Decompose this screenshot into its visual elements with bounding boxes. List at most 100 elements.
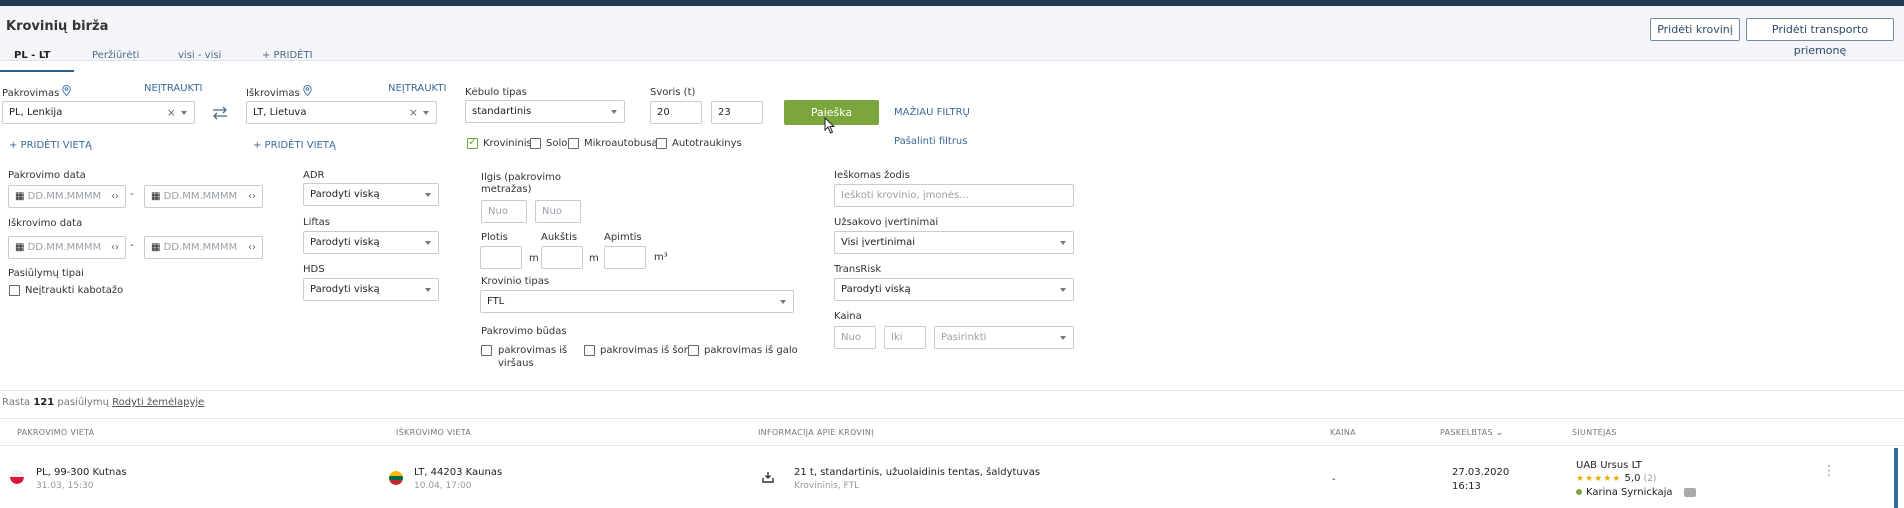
- chat-icon[interactable]: [1683, 487, 1696, 497]
- cargo-type-label: Krovinio tipas: [481, 276, 550, 287]
- col-unloading-place[interactable]: IŠKROVIMO VIETA: [396, 428, 471, 437]
- rating-select[interactable]: Visi įvertinimai: [834, 231, 1074, 254]
- loading-time: 31.03, 15:30: [36, 481, 94, 491]
- tab-pl-lt[interactable]: PL - LT: [0, 49, 74, 72]
- weight-to-input[interactable]: 23: [711, 101, 763, 124]
- loading-method-label: Pakrovimo būdas: [481, 326, 567, 337]
- rating-stars-icon: ★★★★★: [1576, 474, 1622, 484]
- arrows-icon: ‹›: [248, 191, 256, 202]
- location-pin-icon: [303, 84, 312, 97]
- loading-side-checkbox[interactable]: [584, 345, 595, 356]
- vehicle-roadtrain-checkbox[interactable]: [656, 138, 667, 149]
- height-input[interactable]: [541, 246, 583, 269]
- loading-date-from[interactable]: ▦ DD.MM.MMMM ‹›: [8, 185, 126, 208]
- arrows-icon: ‹›: [248, 242, 256, 253]
- body-type-label: Kėbulo tipas: [465, 87, 527, 98]
- unloading-select[interactable]: LT, Lietuva ×: [246, 101, 437, 124]
- tab-bar: PL - LT Peržiūrėti visi - visi + PRIDĖTI: [0, 49, 400, 72]
- loading-rear-checkbox[interactable]: [688, 345, 699, 356]
- tab-view[interactable]: Peržiūrėti: [92, 49, 139, 72]
- vehicle-truck-label: Krovininis: [483, 138, 532, 149]
- hds-select[interactable]: Parodyti viską: [303, 278, 439, 301]
- adr-select[interactable]: Parodyti viską: [303, 183, 439, 206]
- loading-exclude-link[interactable]: NEĮTRAUKTI: [144, 83, 202, 94]
- unloading-date-to[interactable]: ▦ DD.MM.MMMM ‹›: [144, 236, 263, 259]
- length-label: Ilgis (pakrovimo: [481, 172, 561, 183]
- vehicle-minibus-checkbox[interactable]: [568, 138, 579, 149]
- offer-types-label: Pasiūlymų tipai: [8, 268, 84, 279]
- lift-select[interactable]: Parodyti viską: [303, 231, 439, 254]
- transrisk-select[interactable]: Parodyti viską: [834, 278, 1074, 301]
- sender-contact[interactable]: Karina Syrnickaja: [1576, 487, 1696, 498]
- length-from-input[interactable]: Nuo: [481, 200, 527, 223]
- keyword-label: Ieškomas žodis: [834, 170, 910, 181]
- published-time: 16:13: [1452, 481, 1481, 492]
- body-type-select[interactable]: standartinis: [465, 100, 625, 123]
- more-options-icon[interactable]: ⋮: [1822, 464, 1836, 478]
- vehicle-roadtrain-label: Autotraukinys: [672, 138, 742, 149]
- unloading-date-from[interactable]: ▦ DD.MM.MMMM ‹›: [8, 236, 126, 259]
- cursor-icon: [824, 117, 836, 134]
- col-sender[interactable]: SIUNTĖJAS: [1572, 428, 1617, 437]
- clear-icon[interactable]: ×: [167, 102, 176, 123]
- rating-label: Užsakovo įvertinimai: [834, 217, 939, 228]
- loading-top-checkbox[interactable]: [481, 345, 492, 356]
- unloading-exclude-link[interactable]: NEĮTRAUKTI: [388, 83, 446, 94]
- fewer-filters-link[interactable]: MAŽIAU FILTRŲ: [894, 107, 970, 118]
- date-separator: -: [130, 240, 134, 251]
- calendar-icon: ▦: [15, 191, 25, 202]
- exclude-cabotage-checkbox[interactable]: [9, 285, 20, 296]
- add-unloading-place-link[interactable]: + PRIDĖTI VIETĄ: [253, 140, 336, 151]
- chevron-down-icon: [425, 193, 431, 197]
- height-label: Aukštis: [541, 232, 578, 243]
- height-unit: m: [589, 253, 599, 264]
- vehicle-truck-checkbox[interactable]: [467, 135, 478, 149]
- col-published[interactable]: PASKELBTAS ⌄: [1440, 428, 1504, 438]
- chevron-down-icon: [1060, 241, 1066, 245]
- show-map-link[interactable]: Rodyti žemėlapyje: [112, 397, 204, 408]
- weight-from-input[interactable]: 20: [650, 101, 702, 124]
- unloading-label: Iškrovimas: [246, 84, 312, 99]
- cargo-type-select[interactable]: FTL: [480, 290, 794, 313]
- cargo-info: 21 t, standartinis, užuolaidinis tentas,…: [794, 467, 1041, 478]
- chevron-down-icon: [425, 241, 431, 245]
- vehicle-minibus-label: Mikroautobusas: [584, 138, 663, 149]
- loading-top-label: pakrovimas iš: [498, 345, 568, 356]
- sender-rating: ★★★★★ 5,0 (2): [1576, 473, 1657, 484]
- col-cargo-info[interactable]: INFORMACIJA APIE KROVINĮ: [758, 428, 874, 437]
- vehicle-solo-checkbox[interactable]: [530, 138, 541, 149]
- chevron-down-icon: ⌄: [1495, 428, 1504, 438]
- remove-filters-link[interactable]: Pašalinti filtrus: [894, 136, 967, 147]
- clear-icon[interactable]: ×: [409, 102, 418, 123]
- price-currency-select[interactable]: Pasirinkti: [934, 326, 1074, 349]
- add-cargo-button[interactable]: Pridėti krovinį: [1650, 18, 1740, 41]
- add-loading-place-link[interactable]: + PRIDĖTI VIETĄ: [9, 140, 92, 151]
- length-to-input[interactable]: Nuo: [535, 200, 581, 223]
- volume-input[interactable]: [604, 246, 646, 269]
- loading-date-to[interactable]: ▦ DD.MM.MMMM ‹›: [144, 185, 263, 208]
- swap-icon[interactable]: [212, 106, 228, 120]
- sender-name[interactable]: UAB Ursus LT: [1576, 460, 1642, 471]
- add-vehicle-button[interactable]: Pridėti transporto priemonę: [1746, 18, 1894, 57]
- tab-all-all[interactable]: visi - visi: [178, 49, 221, 72]
- scrollbar[interactable]: [1894, 448, 1898, 508]
- loading-download-icon: [762, 472, 774, 483]
- loading-select[interactable]: PL, Lenkija ×: [2, 101, 195, 124]
- price-to-input[interactable]: Iki: [884, 326, 926, 349]
- keyword-input[interactable]: Ieškoti krovinio, įmonės...: [834, 184, 1074, 207]
- exclude-cabotage-label: Neįtraukti kabotažo: [25, 285, 124, 296]
- col-loading-place[interactable]: PAKROVIMO VIETA: [17, 428, 94, 437]
- lithuania-flag-icon: [389, 471, 403, 485]
- location-pin-icon: [62, 84, 72, 97]
- unloading-time: 10.04, 17:00: [414, 481, 472, 491]
- col-price[interactable]: KAINA: [1330, 428, 1356, 437]
- chevron-down-icon: [1060, 336, 1066, 340]
- price-label: Kaina: [834, 311, 862, 322]
- vehicle-solo-label: Solo: [546, 138, 568, 149]
- chevron-down-icon: [1060, 288, 1066, 292]
- tab-add[interactable]: + PRIDĖTI: [262, 49, 313, 72]
- width-input[interactable]: [480, 246, 522, 269]
- lift-label: Liftas: [303, 217, 330, 228]
- price-from-input[interactable]: Nuo: [834, 326, 876, 349]
- width-label: Plotis: [481, 232, 508, 243]
